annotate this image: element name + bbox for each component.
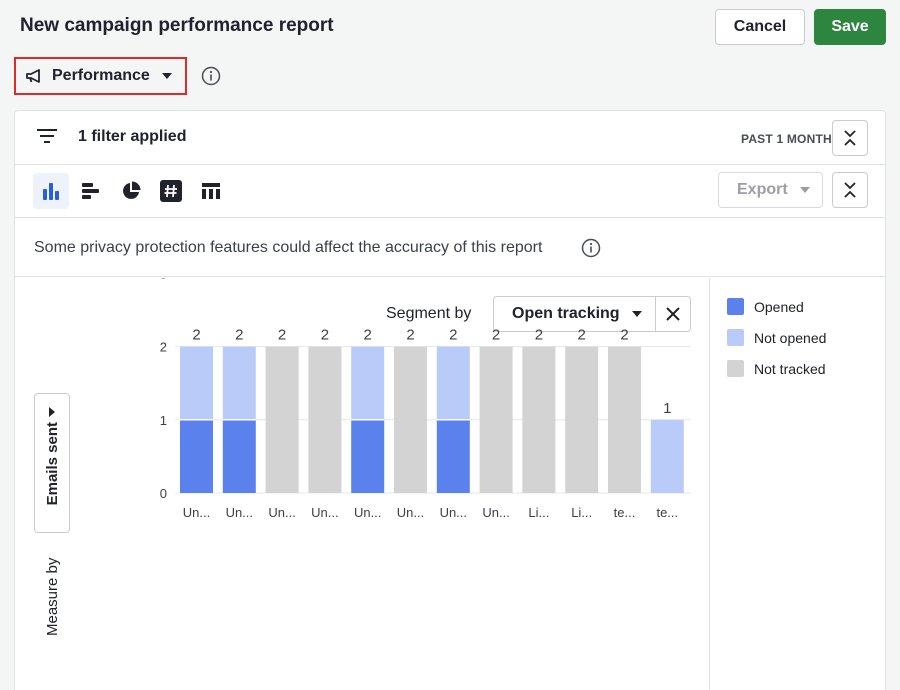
x-tick-label: Un...: [440, 505, 467, 520]
filter-bar: 1 filter applied PAST 1 MONTH: [15, 111, 885, 165]
data-label: 2: [578, 327, 586, 344]
bar-segment: [265, 346, 299, 493]
data-label: 2: [535, 327, 543, 344]
bar-chart-icon: [43, 183, 59, 200]
filter-icon[interactable]: [37, 128, 57, 144]
x-tick-label: Un...: [482, 505, 509, 520]
bar-segment: [308, 346, 342, 493]
x-tick-label: Un...: [226, 505, 253, 520]
legend-label: Not tracked: [754, 360, 826, 377]
megaphone-icon: [26, 69, 40, 83]
data-label: 2: [235, 327, 243, 344]
y-tick-label: 2: [160, 340, 167, 355]
y-tick-label: 0: [160, 486, 167, 501]
legend-swatch: [727, 298, 744, 315]
pie-chart-icon: [123, 181, 141, 199]
period-label: PAST 1 MONTH: [741, 132, 832, 146]
data-label: 2: [406, 327, 414, 344]
horizontal-bar-tool[interactable]: [73, 173, 109, 209]
table-icon: [202, 183, 220, 199]
chart-area: Segment by Open tracking Emails sent Mea…: [15, 278, 709, 690]
export-label: Export: [737, 181, 788, 198]
x-tick-label: te...: [614, 505, 636, 520]
data-label: 2: [492, 327, 500, 344]
legend-label: Opened: [754, 298, 804, 315]
bar-segment: [222, 346, 256, 420]
export-button[interactable]: Export: [718, 172, 823, 208]
collapse-icon: [844, 130, 856, 146]
number-icon: [160, 180, 182, 202]
privacy-notice: Some privacy protection features could a…: [15, 219, 885, 277]
x-tick-label: Li...: [528, 505, 549, 520]
save-button[interactable]: Save: [814, 9, 886, 45]
privacy-notice-text: Some privacy protection features could a…: [34, 239, 543, 256]
table-tool[interactable]: [193, 173, 229, 209]
collapse-filters-button[interactable]: [832, 120, 868, 156]
info-icon[interactable]: [201, 66, 221, 86]
bar-segment: [180, 346, 213, 420]
bar-segment: [650, 419, 684, 493]
legend-swatch: [727, 360, 744, 377]
x-tick-label: Un...: [354, 505, 381, 520]
bar-chart: 012342Un...2Un...2Un...2Un...2Un...2Un..…: [160, 278, 691, 520]
bar-segment: [608, 346, 641, 493]
x-tick-label: Un...: [311, 505, 338, 520]
chart-legend: Opened Not opened Not tracked: [709, 278, 885, 690]
data-label: 2: [364, 327, 372, 344]
data-label: 1: [663, 400, 671, 417]
x-tick-label: Un...: [183, 505, 210, 520]
filter-summary[interactable]: 1 filter applied: [78, 128, 186, 146]
x-tick-label: Un...: [268, 505, 295, 520]
legend-swatch: [727, 329, 744, 346]
report-type-dropdown[interactable]: Performance: [14, 57, 187, 95]
collapse-icon: [844, 182, 856, 198]
x-tick-label: te...: [656, 505, 678, 520]
bar-segment: [351, 419, 385, 493]
visualization-toolbar: Export: [15, 166, 885, 218]
bar-segment: [522, 346, 556, 493]
info-icon[interactable]: [581, 238, 601, 258]
number-tool[interactable]: [153, 173, 189, 209]
data-label: 2: [278, 327, 286, 344]
legend-label: Not opened: [754, 329, 827, 346]
bar-segment: [222, 419, 256, 493]
bar-segment: [180, 419, 213, 493]
bar-segment: [436, 346, 470, 420]
y-tick-label: 1: [160, 413, 167, 428]
x-tick-label: Un...: [397, 505, 424, 520]
y-tick-label: 3: [160, 278, 167, 281]
pie-chart-tool[interactable]: [113, 173, 149, 209]
report-type-label: Performance: [52, 67, 150, 84]
horizontal-bar-icon: [82, 183, 99, 199]
data-label: 2: [192, 327, 200, 344]
data-label: 2: [449, 327, 457, 344]
cancel-button[interactable]: Cancel: [715, 9, 805, 45]
bar-chart-tool[interactable]: [33, 173, 69, 209]
chevron-down-icon: [161, 73, 172, 79]
report-panel: 1 filter applied PAST 1 MONTH Export Som…: [14, 110, 886, 690]
collapse-chart-button[interactable]: [832, 172, 868, 208]
legend-item-opened[interactable]: Opened: [727, 298, 804, 315]
page-title: New campaign performance report: [20, 15, 334, 36]
legend-item-not-tracked[interactable]: Not tracked: [727, 360, 826, 377]
chevron-down-icon: [799, 187, 810, 193]
bar-segment: [565, 346, 599, 493]
x-tick-label: Li...: [571, 505, 592, 520]
data-label: 2: [620, 327, 628, 344]
legend-item-not-opened[interactable]: Not opened: [727, 329, 826, 346]
bar-segment: [479, 346, 513, 493]
bar-segment: [394, 346, 427, 493]
bar-segment: [436, 419, 470, 493]
data-label: 2: [321, 327, 329, 344]
bar-segment: [351, 346, 385, 420]
